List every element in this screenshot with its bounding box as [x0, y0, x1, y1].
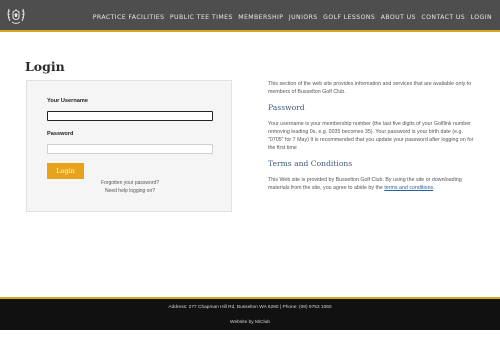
- login-button[interactable]: Login: [47, 163, 84, 179]
- terms-text: This Web site is provided by Busselton G…: [268, 176, 476, 192]
- password-label: Password: [47, 131, 74, 137]
- forgot-password-link[interactable]: Forgotten your password?: [27, 180, 233, 186]
- intro-text: This section of the web site provides in…: [268, 81, 472, 95]
- main-nav: PRACTICE FACILITIES PUBLIC TEE TIMES MEM…: [87, 12, 492, 22]
- footer-address: Address: 277 Chapman Hill Rd, Busselton …: [168, 305, 332, 310]
- nav-login[interactable]: LOGIN: [471, 14, 492, 21]
- username-input[interactable]: [47, 111, 213, 121]
- help-logging-on-link[interactable]: Need help logging on?: [27, 188, 233, 194]
- nav-contact-us[interactable]: CONTACT US: [421, 14, 465, 21]
- site-footer: Address: 277 Chapman Hill Rd, Busselton …: [0, 297, 500, 330]
- info-panel: This section of the web site provides in…: [268, 80, 476, 200]
- site-header: PRACTICE FACILITIES PUBLIC TEE TIMES MEM…: [0, 0, 500, 32]
- login-form: Your Username Password Login Forgotten y…: [26, 80, 232, 212]
- password-help-text: Your username is your membership number …: [268, 121, 474, 151]
- nav-practice-facilities[interactable]: PRACTICE FACILITIES: [93, 14, 165, 21]
- nav-public-tee-times[interactable]: PUBLIC TEE TIMES: [170, 14, 233, 21]
- password-heading: Password: [268, 103, 305, 112]
- username-label: Your Username: [47, 98, 88, 104]
- password-input[interactable]: [47, 144, 213, 154]
- terms-heading: Terms and Conditions: [268, 159, 353, 168]
- nav-about-us[interactable]: ABOUT US: [381, 14, 416, 21]
- club-crest-icon[interactable]: [6, 5, 26, 27]
- footer-credit[interactable]: Website by MiClub: [0, 320, 500, 325]
- nav-juniors[interactable]: JUNIORS: [289, 14, 318, 21]
- page-title: Login: [25, 59, 65, 74]
- terms-end: .: [433, 185, 435, 191]
- nav-membership[interactable]: MEMBERSHIP: [238, 14, 283, 21]
- nav-golf-lessons[interactable]: GOLF LESSONS: [323, 14, 375, 21]
- terms-link[interactable]: terms and conditions: [384, 185, 433, 191]
